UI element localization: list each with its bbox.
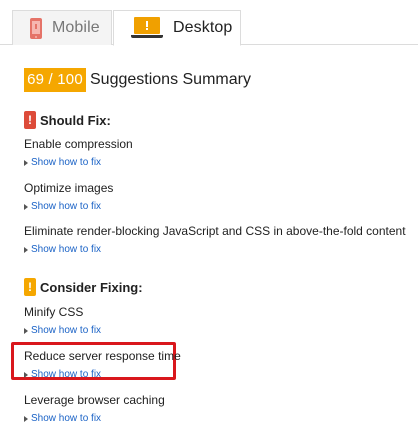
list-item: Eliminate render-blocking JavaScript and… bbox=[24, 223, 406, 257]
suggestion-title: Enable compression bbox=[24, 137, 133, 151]
expand-triangle-icon bbox=[24, 416, 28, 422]
suggestion-title: Reduce server response time bbox=[24, 349, 181, 363]
show-how-to-fix-label: Show how to fix bbox=[31, 413, 102, 424]
show-how-to-fix-label: Show how to fix bbox=[31, 244, 102, 255]
list-item: Reduce server response time Show how to … bbox=[24, 348, 404, 382]
summary-title: Suggestions Summary bbox=[90, 71, 251, 88]
device-tabs: Mobile Desktop bbox=[0, 0, 418, 46]
orange-exclamation-icon: ! bbox=[24, 278, 36, 296]
show-how-to-fix-link[interactable]: Show how to fix bbox=[24, 200, 404, 214]
list-item: Enable compression Show how to fix bbox=[24, 136, 404, 170]
suggestion-title: Minify CSS bbox=[24, 305, 84, 319]
list-item: Minify CSS Show how to fix bbox=[24, 304, 404, 338]
suggestion-title: Optimize images bbox=[24, 181, 114, 195]
tab-mobile[interactable]: Mobile bbox=[12, 10, 112, 45]
expand-triangle-icon bbox=[24, 372, 28, 378]
show-how-to-fix-label: Show how to fix bbox=[31, 325, 102, 336]
suggestion-title: Eliminate render-blocking JavaScript and… bbox=[24, 224, 406, 238]
expand-triangle-icon bbox=[24, 328, 28, 334]
red-exclamation-icon: ! bbox=[24, 111, 36, 129]
consider-fixing-title: Consider Fixing: bbox=[40, 279, 143, 295]
mobile-phone-icon bbox=[30, 17, 42, 39]
tab-desktop-label: Desktop bbox=[173, 19, 233, 36]
tab-mobile-label: Mobile bbox=[52, 19, 100, 36]
show-how-to-fix-label: Show how to fix bbox=[31, 369, 102, 380]
show-how-to-fix-link[interactable]: Show how to fix bbox=[24, 156, 404, 170]
tab-desktop[interactable]: Desktop bbox=[113, 10, 241, 46]
expand-triangle-icon bbox=[24, 247, 28, 253]
should-fix-title: Should Fix: bbox=[40, 112, 111, 128]
show-how-to-fix-label: Show how to fix bbox=[31, 157, 102, 168]
list-item: Optimize images Show how to fix bbox=[24, 180, 404, 214]
list-item: Leverage browser caching Show how to fix bbox=[24, 392, 404, 426]
show-how-to-fix-link[interactable]: Show how to fix bbox=[24, 412, 404, 426]
expand-triangle-icon bbox=[24, 204, 28, 210]
consider-fixing-header: ! Consider Fixing: bbox=[24, 277, 143, 297]
expand-triangle-icon bbox=[24, 160, 28, 166]
suggestion-title: Leverage browser caching bbox=[24, 393, 165, 407]
score-badge: 69 / 100 bbox=[24, 68, 86, 92]
show-how-to-fix-link[interactable]: Show how to fix bbox=[24, 324, 404, 338]
show-how-to-fix-link[interactable]: Show how to fix bbox=[24, 243, 404, 257]
show-how-to-fix-label: Show how to fix bbox=[31, 201, 102, 212]
laptop-warning-icon bbox=[131, 17, 163, 39]
should-fix-header: ! Should Fix: bbox=[24, 110, 111, 130]
show-how-to-fix-link[interactable]: Show how to fix bbox=[24, 368, 404, 382]
